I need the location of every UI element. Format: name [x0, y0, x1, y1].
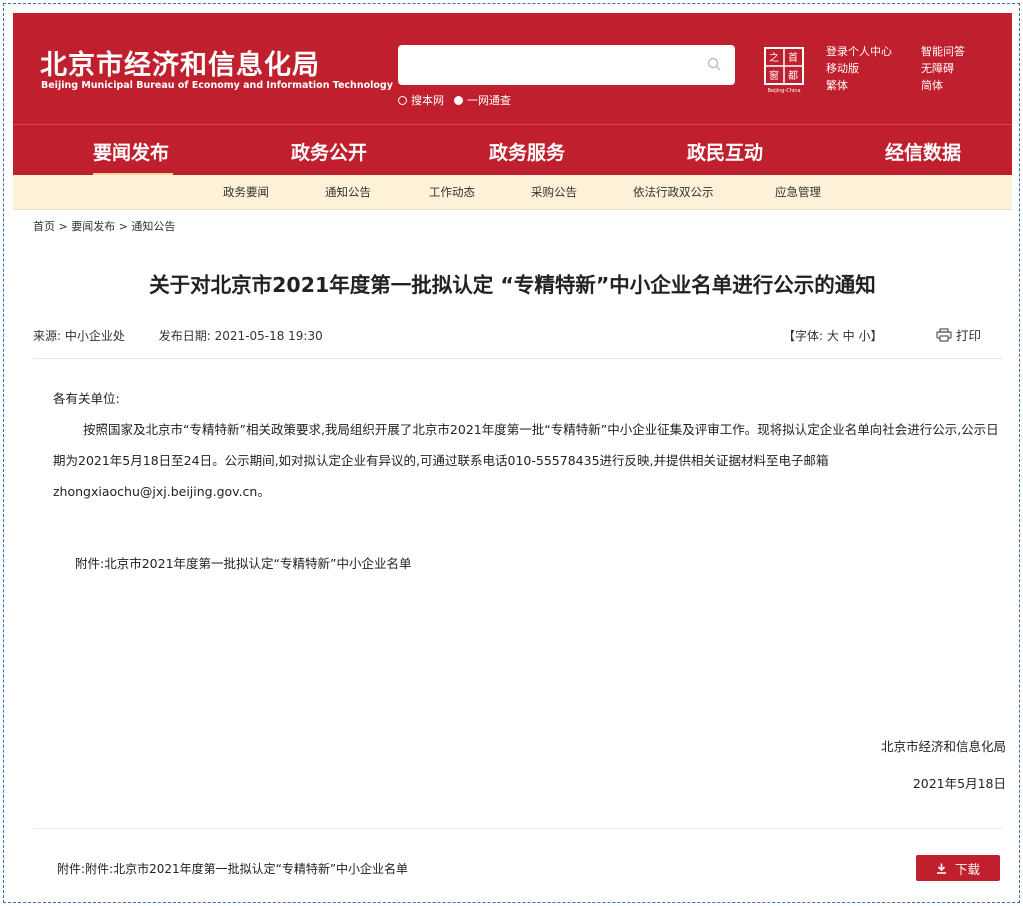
simplified-link[interactable]: 简体 — [921, 77, 965, 94]
page-title: 关于对北京市2021年度第一批拟认定 “专精特新”中小企业名单进行公示的通知 — [149, 273, 876, 297]
svg-text:之: 之 — [769, 51, 779, 64]
download-icon — [936, 863, 946, 874]
subnav-item-news[interactable]: 政务要闻 — [223, 184, 269, 200]
capital-window-logo-icon[interactable]: 首 都 之 窗 Beijing-China — [762, 46, 806, 94]
subnav-item-notices[interactable]: 通知公告 — [325, 184, 371, 200]
article-paragraph: 按照国家及北京市“专精特新”相关政策要求,我局组织开展了北京市2021年度第一批… — [53, 422, 999, 499]
article-body: 各有关单位: 按照国家及北京市“专精特新”相关政策要求,我局组织开展了北京市20… — [53, 383, 1003, 507]
svg-text:Beijing-China: Beijing-China — [767, 88, 800, 94]
source-info: 来源: 中小企业处 — [33, 329, 125, 343]
nav-item-affairs-open[interactable]: 政务公开 — [291, 138, 367, 165]
qa-link[interactable]: 智能问答 — [921, 43, 965, 60]
search-scope-all[interactable]: 一网通查 — [454, 92, 511, 108]
search-input[interactable] — [398, 45, 735, 85]
site-logo-en: Beijing Municipal Bureau of Economy and … — [41, 80, 393, 91]
main-nav: 要闻发布 政务公开 政务服务 政民互动 经信数据 — [13, 124, 1012, 176]
printer-icon — [936, 327, 952, 342]
radio-empty-icon — [398, 95, 407, 105]
nav-item-services[interactable]: 政务服务 — [489, 138, 565, 165]
svg-text:都: 都 — [788, 70, 798, 82]
font-size-control[interactable]: 【字体: 大 中 小】 — [783, 327, 883, 344]
login-link[interactable]: 登录个人中心 — [826, 43, 892, 60]
search-icon[interactable] — [707, 57, 721, 71]
mobile-link[interactable]: 移动版 — [826, 60, 892, 77]
footer-divider — [33, 828, 1003, 829]
page-frame: 北京市经济和信息化局 Beijing Municipal Bureau of E… — [3, 3, 1020, 903]
subnav-item-procurement[interactable]: 采购公告 — [531, 184, 577, 200]
subnav-item-emergency[interactable]: 应急管理 — [775, 184, 821, 200]
sub-nav: 政务要闻 通知公告 工作动态 采购公告 依法行政双公示 应急管理 — [13, 175, 1012, 210]
signature: 北京市经济和信息化局 — [880, 739, 1006, 754]
article-greeting: 各有关单位: — [53, 391, 120, 406]
svg-text:首: 首 — [788, 51, 798, 64]
download-button[interactable]: 下载 — [916, 855, 1000, 881]
subnav-item-work[interactable]: 工作动态 — [429, 184, 475, 200]
meta-divider — [33, 358, 1003, 359]
nav-item-data[interactable]: 经信数据 — [885, 138, 961, 165]
signature-date: 2021年5月18日 — [912, 776, 1006, 791]
accessibility-link[interactable]: 无障碍 — [921, 60, 965, 77]
publish-date: 发布日期: 2021-05-18 19:30 — [158, 329, 323, 343]
site-header: 北京市经济和信息化局 Beijing Municipal Bureau of E… — [13, 13, 1012, 124]
attachment-inline[interactable]: 附件:北京市2021年度第一批拟认定“专精特新”中小企业名单 — [75, 553, 411, 572]
radio-filled-icon — [454, 95, 463, 105]
print-button[interactable]: 打印 — [936, 325, 981, 344]
header-links-col2: 智能问答 无障碍 简体 — [921, 43, 965, 94]
attachment-link[interactable]: 附件:附件:北京市2021年度第一批拟认定“专精特新”中小企业名单 — [57, 860, 408, 877]
nav-item-interaction[interactable]: 政民互动 — [687, 138, 763, 165]
page-inner: 北京市经济和信息化局 Beijing Municipal Bureau of E… — [13, 13, 1012, 881]
search-scope: 搜本网 一网通查 — [398, 92, 511, 108]
header-links-col1: 登录个人中心 移动版 繁体 — [826, 43, 892, 94]
nav-item-news[interactable]: 要闻发布 — [93, 138, 169, 165]
traditional-link[interactable]: 繁体 — [826, 77, 892, 94]
site-logo-cn[interactable]: 北京市经济和信息化局 — [40, 43, 320, 82]
svg-text:窗: 窗 — [769, 69, 779, 82]
subnav-item-publicity[interactable]: 依法行政双公示 — [633, 184, 714, 200]
search-scope-site[interactable]: 搜本网 — [398, 92, 444, 108]
breadcrumb[interactable]: 首页 > 要闻发布 > 通知公告 — [33, 218, 175, 234]
article-meta: 来源: 中小企业处 发布日期: 2021-05-18 19:30 — [33, 327, 353, 344]
